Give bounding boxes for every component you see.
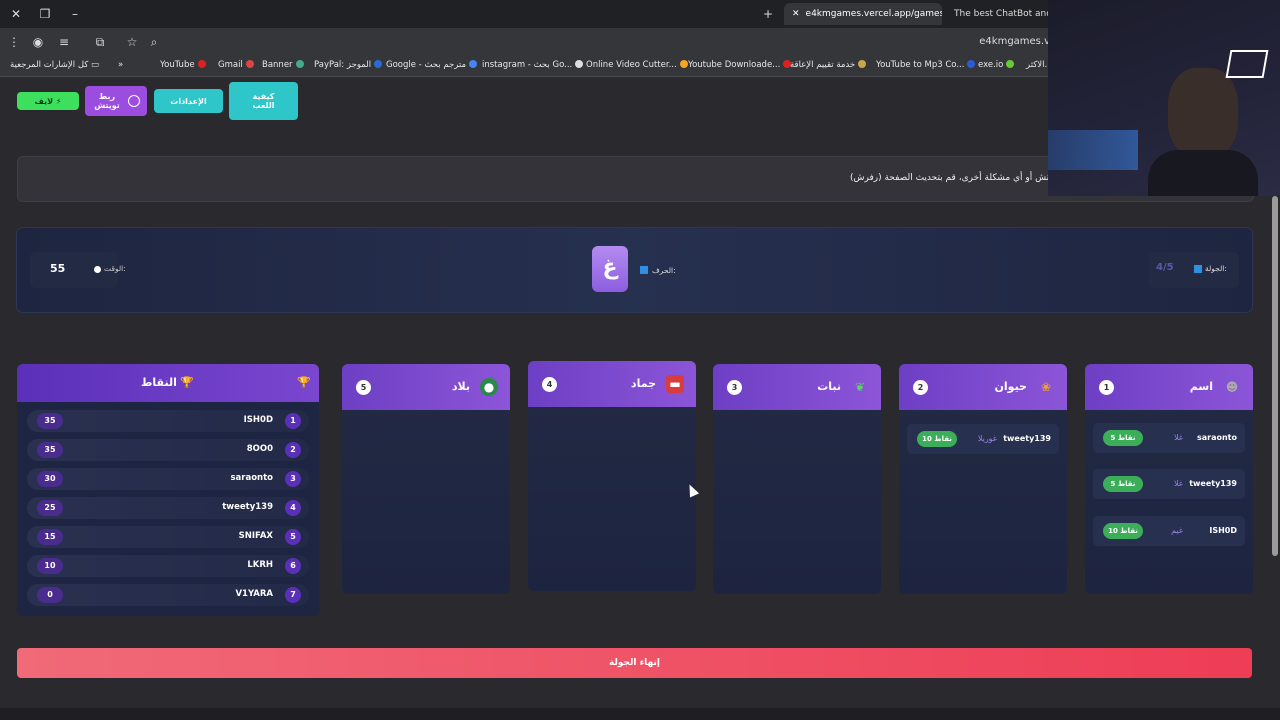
twitch-link-button[interactable]: ربط تويتش bbox=[85, 86, 147, 116]
scoreboard-header: 🏆 النقاط 🏆 bbox=[17, 364, 319, 402]
bookmark-gmail[interactable]: Gmail bbox=[218, 60, 254, 70]
url-text[interactable]: e4kmgames.v bbox=[979, 36, 1050, 47]
close-window-icon[interactable]: ✕ bbox=[8, 6, 24, 22]
leaf-icon: ❦ bbox=[854, 380, 866, 394]
notice-text: تويتش أو أي مشكلة أخرى، قم بتحديث الصفحة… bbox=[850, 173, 1062, 183]
webcam-shirt bbox=[1148, 150, 1258, 196]
menu-icon[interactable]: ⋮ bbox=[6, 34, 22, 50]
extensions-icon[interactable]: ⧉ bbox=[92, 34, 108, 50]
round-value: 4/5 bbox=[1156, 262, 1174, 273]
timer-label: الوقت: bbox=[104, 264, 126, 273]
minimize-window-icon[interactable]: – bbox=[67, 6, 83, 22]
letter-pill: غ الحرف: bbox=[583, 240, 685, 298]
category-card-names: 1 اسم ☻ saraonto غلا 5 نقاط tweety139 غلا 5 نق… bbox=[1085, 364, 1253, 594]
current-letter: غ bbox=[592, 246, 628, 292]
answer-row: ISH0D غيم 10 نقاط bbox=[1093, 516, 1245, 546]
bookmark-exeio[interactable]: exe.io bbox=[978, 60, 1015, 70]
restore-window-icon[interactable]: ❐ bbox=[37, 6, 53, 22]
tab-e4kmgames[interactable]: ✕ e4kmgames.vercel.app/games/ bbox=[784, 3, 942, 25]
settings-button[interactable]: الإعدادات bbox=[154, 89, 223, 113]
bookmark-star-icon[interactable]: ☆ bbox=[124, 34, 140, 50]
webcam-logo bbox=[1225, 50, 1269, 78]
live-button[interactable]: لايف ⚡ bbox=[17, 92, 79, 110]
profile-icon[interactable]: ◉ bbox=[30, 34, 46, 50]
category-card-animals: 2 حيوان ❀ tweety139 غوريلا 10 نقاط bbox=[899, 364, 1067, 594]
search-icon[interactable]: ⌕ bbox=[146, 34, 162, 50]
tab-chatbot[interactable]: The best ChatBot and Wi bbox=[946, 3, 1058, 25]
globe-icon: ● bbox=[480, 378, 498, 396]
scoreboard: 🏆 النقاط 🏆 1 ISH0D 35 2 8OO0 35 3 saraonto 30 … bbox=[17, 364, 319, 616]
round-label: الجولة: bbox=[1205, 264, 1227, 273]
letter-icon bbox=[640, 266, 648, 274]
letter-label: الحرف: bbox=[652, 266, 676, 275]
bookmark-disability[interactable]: خدمة تقييم الإعاقة bbox=[790, 60, 867, 70]
how-to-play-button[interactable]: كيفية اللعب bbox=[229, 82, 298, 120]
round-pill: 4/5 الجولة: bbox=[1149, 252, 1239, 288]
score-row: 2 8OO0 35 bbox=[27, 439, 309, 461]
bookmark-all[interactable]: كل الإشارات المرجعية ▭ bbox=[10, 60, 99, 70]
bottom-bar bbox=[0, 708, 1280, 720]
trophy-gold-icon: 🏆 bbox=[180, 376, 194, 389]
end-round-button[interactable]: إنهاء الجولة bbox=[17, 648, 1252, 678]
score-row: 3 saraonto 30 bbox=[27, 468, 309, 490]
bookmark-paypal[interactable]: PayPal: الموجز bbox=[314, 60, 383, 70]
toolbox-icon: ▬ bbox=[666, 375, 684, 393]
webcam-light bbox=[1048, 130, 1138, 170]
bookmark-youtube-downloader[interactable]: Youtube Downloade... bbox=[688, 60, 792, 70]
timer-pill: 55 الوقت: bbox=[30, 252, 126, 288]
bookmark-yt-mp3[interactable]: YouTube to Mp3 Co... bbox=[876, 60, 976, 70]
bookmark-instagram[interactable]: instagram - بحث Go... bbox=[482, 60, 584, 70]
scoreboard-title: النقاط bbox=[141, 376, 177, 389]
score-row: 7 V1YARA 0 bbox=[27, 584, 309, 606]
bookmark-youtube[interactable]: YouTube bbox=[160, 60, 206, 70]
score-row: 4 tweety139 25 bbox=[27, 497, 309, 519]
twitch-icon bbox=[128, 95, 140, 107]
score-row: 1 ISH0D 35 bbox=[27, 410, 309, 432]
round-icon bbox=[1194, 265, 1202, 273]
game-status-bar: 55 الوقت: غ الحرف: 4/5 الجولة: bbox=[17, 228, 1252, 312]
scrollbar[interactable] bbox=[1272, 196, 1278, 556]
webcam-person bbox=[1168, 68, 1238, 158]
category-card-objects: 4 جماد ▬ bbox=[528, 361, 696, 591]
category-card-countries: 5 بلاد ● bbox=[342, 364, 510, 594]
webcam-overlay bbox=[1048, 0, 1280, 196]
answer-row: tweety139 غلا 5 نقاط bbox=[1093, 469, 1245, 499]
new-tab-icon[interactable]: + bbox=[760, 6, 776, 22]
clock-icon bbox=[94, 266, 101, 273]
answer-row: tweety139 غوريلا 10 نقاط bbox=[907, 424, 1059, 454]
trophy-icon: 🏆 bbox=[297, 376, 311, 389]
answer-row: saraonto غلا 5 نقاط bbox=[1093, 423, 1245, 453]
bookmark-google-translate[interactable]: Google - مترجم بحث bbox=[386, 60, 478, 70]
bookmark-video-cutter[interactable]: Online Video Cutter... bbox=[586, 60, 688, 70]
timer-value: 55 bbox=[50, 262, 66, 275]
paw-icon: ❀ bbox=[1040, 380, 1052, 394]
category-card-plants: 3 نبات ❦ bbox=[713, 364, 881, 594]
tab-search-icon[interactable]: ≡ bbox=[56, 34, 72, 50]
bookmark-banner[interactable]: Banner bbox=[262, 60, 304, 70]
person-icon: ☻ bbox=[1225, 380, 1239, 394]
bookmarks-overflow-icon[interactable]: » bbox=[118, 60, 123, 70]
score-row: 5 SNIFAX 15 bbox=[27, 526, 309, 548]
score-row: 6 LKRH 10 bbox=[27, 555, 309, 577]
